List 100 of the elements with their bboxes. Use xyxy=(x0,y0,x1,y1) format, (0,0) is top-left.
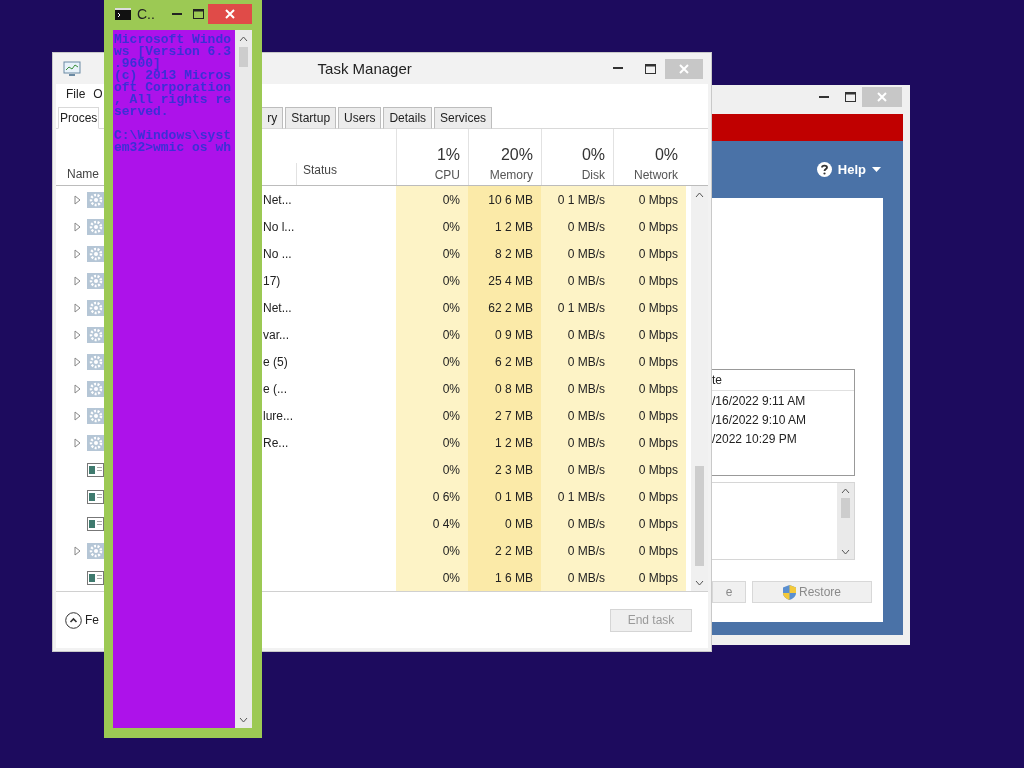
scrollbar[interactable] xyxy=(235,30,252,728)
table-cell: 0 1 MB/s xyxy=(541,294,613,321)
gear-icon xyxy=(87,542,104,559)
expand-arrow-icon[interactable] xyxy=(74,221,81,232)
table-cell: 6 2 MB xyxy=(468,348,541,375)
column-header[interactable]: 0% Disk xyxy=(541,129,613,185)
expand-arrow-icon[interactable] xyxy=(74,383,81,394)
table-cell: 0% xyxy=(396,240,468,267)
minimize-icon[interactable] xyxy=(819,95,829,99)
tab[interactable]: Details xyxy=(383,107,433,129)
process-name: Net... xyxy=(263,192,293,207)
list-item[interactable]: /16/2022 9:11 AM xyxy=(712,391,854,410)
table-cell: 0 Mbps xyxy=(613,186,686,213)
gear-icon xyxy=(87,218,104,235)
monitor-icon xyxy=(63,60,81,77)
gear-icon xyxy=(87,272,104,289)
window-icon xyxy=(87,462,104,477)
expand-arrow-icon[interactable] xyxy=(74,545,81,556)
minimize-icon[interactable] xyxy=(613,67,623,70)
fewer-details-link[interactable]: Fe xyxy=(85,613,99,627)
menu-item[interactable]: File xyxy=(66,87,86,101)
tab[interactable]: Services xyxy=(434,107,493,129)
column-header[interactable]: 1% CPU xyxy=(396,129,468,185)
table-cell: 0 Mbps xyxy=(613,213,686,240)
table-cell: 0 MB xyxy=(468,510,541,537)
table-cell: 2 2 MB xyxy=(468,537,541,564)
close-icon[interactable] xyxy=(877,92,887,102)
table-cell: 0 Mbps xyxy=(613,429,686,456)
column-header[interactable]: 20% Memory xyxy=(468,129,541,185)
table-cell: 0 MB/s xyxy=(541,267,613,294)
scroll-thumb[interactable] xyxy=(695,466,704,566)
console-line: (c) 2013 Micros xyxy=(114,70,233,82)
table-cell: 0 1 MB xyxy=(468,483,541,510)
table-cell: 0% xyxy=(396,537,468,564)
collapse-icon[interactable] xyxy=(65,611,82,629)
table-cell: 0 MB/s xyxy=(541,213,613,240)
tab[interactable]: Users xyxy=(338,107,382,129)
expand-arrow-icon[interactable] xyxy=(74,302,81,313)
close-icon[interactable] xyxy=(679,63,689,74)
console-line: C:\Windows\syst xyxy=(114,130,233,142)
scroll-up-icon[interactable] xyxy=(239,36,248,42)
process-name: lure... xyxy=(263,408,294,423)
scroll-thumb[interactable] xyxy=(841,498,850,518)
scroll-thumb[interactable] xyxy=(239,47,248,67)
table-cell: 0% xyxy=(396,348,468,375)
table-cell: 0% xyxy=(396,375,468,402)
table-cell: 10 6 MB xyxy=(468,186,541,213)
scrollbar[interactable] xyxy=(837,483,854,559)
table-cell: 0 Mbps xyxy=(613,483,686,510)
table-cell: 0% xyxy=(396,429,468,456)
table-cell: 0 MB/s xyxy=(541,510,613,537)
table-cell: 0% xyxy=(396,213,468,240)
table-cell: 1 2 MB xyxy=(468,213,541,240)
column-header[interactable]: 0% Network xyxy=(613,129,686,185)
tab[interactable]: Proces xyxy=(58,107,100,129)
menu-item[interactable]: O xyxy=(93,87,103,101)
table-cell: 0 Mbps xyxy=(613,510,686,537)
gear-icon xyxy=(87,326,104,343)
help-icon[interactable] xyxy=(816,162,832,177)
gear-icon xyxy=(87,353,104,370)
expand-arrow-icon[interactable] xyxy=(74,329,81,340)
table-cell: 0 Mbps xyxy=(613,240,686,267)
console-line: em32>wmic os wh xyxy=(114,142,233,154)
scroll-down-icon[interactable] xyxy=(695,580,704,586)
caret-icon[interactable] xyxy=(872,166,881,173)
expand-arrow-icon[interactable] xyxy=(74,194,81,205)
expand-arrow-icon[interactable] xyxy=(74,248,81,259)
table-cell: 0% xyxy=(396,564,468,591)
scroll-up-icon[interactable] xyxy=(841,488,850,494)
column-header[interactable]: Name xyxy=(56,167,105,185)
window-icon xyxy=(87,570,104,585)
table-cell: 0 Mbps xyxy=(613,537,686,564)
maximize-icon[interactable] xyxy=(844,92,856,102)
help-menu[interactable]: Help xyxy=(837,162,866,177)
column-header[interactable]: Status xyxy=(296,163,396,185)
table-cell: 8 2 MB xyxy=(468,240,541,267)
scroll-down-icon[interactable] xyxy=(239,717,248,723)
table-cell: 0% xyxy=(396,402,468,429)
expand-arrow-icon[interactable] xyxy=(74,275,81,286)
table-cell: 0 Mbps xyxy=(613,348,686,375)
expand-arrow-icon[interactable] xyxy=(74,410,81,421)
maximize-icon[interactable] xyxy=(644,63,656,74)
scroll-up-icon[interactable] xyxy=(695,192,704,198)
table-cell: 1 2 MB xyxy=(468,429,541,456)
expand-arrow-icon[interactable] xyxy=(74,356,81,367)
list-item[interactable]: /16/2022 9:10 AM xyxy=(712,410,854,429)
scrollbar[interactable] xyxy=(691,186,708,591)
scroll-down-icon[interactable] xyxy=(841,549,850,555)
table-cell: 0 4% xyxy=(396,510,468,537)
close-icon[interactable] xyxy=(225,9,235,19)
maximize-icon[interactable] xyxy=(192,9,204,19)
gear-icon xyxy=(87,380,104,397)
gear-icon xyxy=(87,245,104,262)
process-name: Re... xyxy=(263,435,290,450)
tab[interactable]: Startup xyxy=(285,107,337,129)
list-item[interactable]: /2022 10:29 PM xyxy=(712,429,854,448)
tab[interactable]: ry xyxy=(261,107,284,129)
minimize-icon[interactable] xyxy=(172,12,182,16)
expand-arrow-icon[interactable] xyxy=(74,437,81,448)
table-cell: 2 7 MB xyxy=(468,402,541,429)
